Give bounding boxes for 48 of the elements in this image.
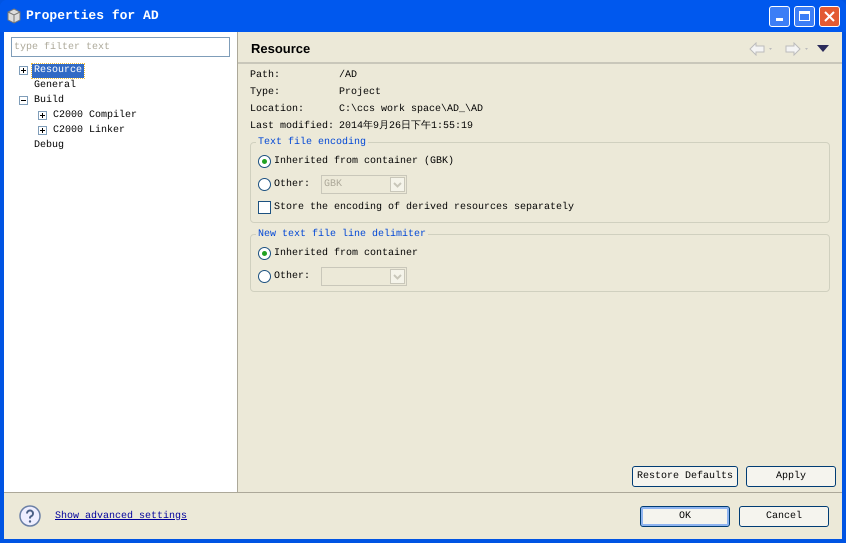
dropdown-value: GBK	[323, 178, 344, 192]
tree-item[interactable]: Debug	[32, 138, 66, 152]
radio-button[interactable]	[258, 270, 271, 283]
checkbox[interactable]	[258, 201, 271, 214]
info-value: Project	[339, 86, 382, 100]
tree-item[interactable]: General	[32, 78, 78, 92]
menu-caret-icon[interactable]	[817, 45, 829, 52]
dialog-button[interactable]: OK	[640, 506, 730, 526]
dialog-button[interactable]: Cancel	[739, 506, 829, 526]
tree-item[interactable]: Build	[32, 94, 66, 108]
close-icon	[824, 10, 835, 22]
info-label: Type:	[250, 86, 282, 100]
info-label: Path:	[250, 68, 282, 83]
checkbox-label: Store the encoding of derived resources separately	[274, 200, 574, 215]
close-button[interactable]	[819, 6, 840, 26]
group-title: New text file line delimiter	[257, 228, 428, 242]
maximize-button[interactable]	[794, 6, 815, 26]
radio-button[interactable]	[258, 247, 271, 260]
filter-field[interactable]: type filter text	[11, 37, 230, 57]
info-value: 2014年9月26日下午1:55:19	[339, 119, 474, 134]
tree-item[interactable]: Resource	[32, 64, 84, 78]
chevron-down-icon	[390, 269, 405, 284]
chevron-down-icon	[390, 177, 405, 192]
help-icon[interactable]	[19, 505, 41, 527]
window-title: Properties for AD	[26, 7, 160, 26]
radio-button[interactable]	[258, 155, 271, 168]
radio-button[interactable]	[258, 178, 271, 191]
info-value: C:\ccs work space\AD_\AD	[339, 102, 484, 117]
radio-label: Other:	[274, 178, 312, 192]
minimize-button[interactable]	[769, 6, 790, 26]
info-label: Location:	[250, 102, 306, 117]
dialog-button[interactable]: Apply	[746, 466, 836, 487]
expand-icon[interactable]	[38, 111, 47, 120]
cube-icon	[6, 8, 22, 24]
page-title: Resource	[251, 40, 312, 58]
radio-label: Other:	[274, 270, 312, 284]
tree-item[interactable]: C2000 Linker	[51, 124, 128, 138]
advanced-settings-link[interactable]: Show advanced settings	[55, 508, 640, 524]
radio-label: Inherited from container	[274, 246, 418, 261]
tree-item[interactable]: C2000 Compiler	[51, 108, 140, 122]
info-value: /AD	[339, 68, 358, 83]
radio-label: Inherited from container (GBK)	[274, 154, 454, 169]
dialog-button[interactable]: Restore Defaults	[632, 466, 738, 487]
group-title: Text file encoding	[257, 136, 368, 150]
expand-icon[interactable]	[38, 126, 47, 135]
info-label: Last modified:	[250, 120, 336, 134]
collapse-icon[interactable]	[19, 96, 28, 105]
expand-icon[interactable]	[19, 66, 28, 75]
